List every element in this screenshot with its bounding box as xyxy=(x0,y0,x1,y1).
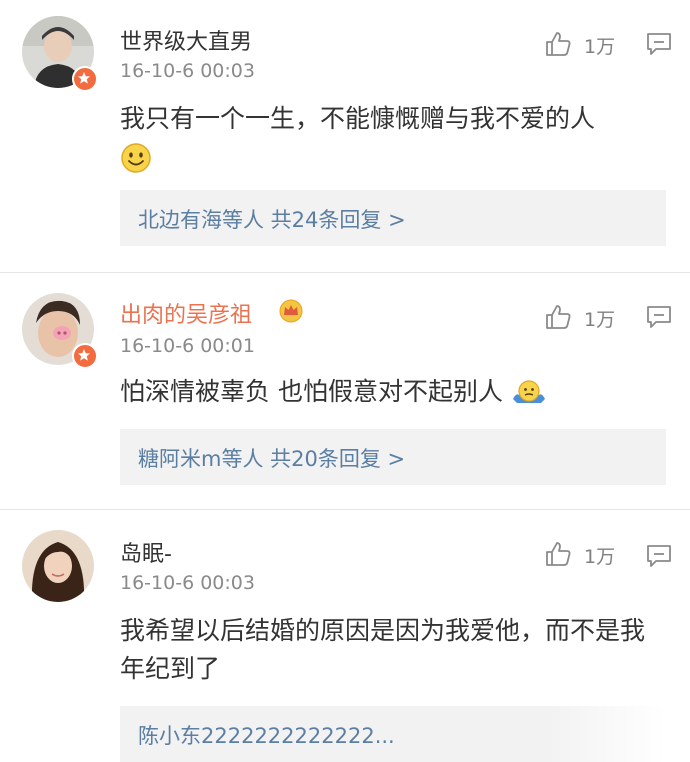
avatar[interactable] xyxy=(22,530,94,602)
comment-item: 世界级大直男 16-10-6 00:03 1万 我只有一个一生，不能慷慨赠与我不… xyxy=(0,0,690,272)
view-replies-button[interactable]: 陈小东2222222222222... xyxy=(120,706,666,762)
reply-comment-icon[interactable] xyxy=(646,305,672,329)
thumbs-up-icon[interactable] xyxy=(544,540,572,568)
shrug-emoji-icon xyxy=(512,380,545,403)
view-replies-button[interactable]: 北边有海等人 共24条回复 > xyxy=(120,190,666,246)
comment-text: 我只有一个一生，不能慷慨赠与我不爱的人 xyxy=(120,100,668,176)
comment-time: 16-10-6 00:03 xyxy=(120,572,255,594)
vip-crown-icon xyxy=(279,299,303,323)
verified-badge-icon xyxy=(72,343,98,369)
reply-comment-icon[interactable] xyxy=(646,544,672,568)
like-count: 1万 xyxy=(584,36,616,58)
like-count: 1万 xyxy=(584,546,616,568)
like-count: 1万 xyxy=(584,309,616,331)
comment-item: 出肉的吴彦祖 1万 16-10-6 00:01 怕深情被辜负 也怕假意对不起别人… xyxy=(0,273,690,509)
comment-item: 岛眠- 1万 16-10-6 00:03 我希望以后结婚的原因是因为我爱他，而不… xyxy=(0,510,690,762)
fade-overlay xyxy=(546,706,666,762)
verified-badge-icon xyxy=(72,66,98,92)
smile-emoji-icon xyxy=(121,143,151,173)
replies-summary: 北边有海等人 共24条回复 > xyxy=(138,208,406,232)
comment-text: 我希望以后结婚的原因是因为我爱他，而不是我年纪到了 xyxy=(120,616,646,683)
replies-summary: 陈小东2222222222222... xyxy=(138,724,395,748)
username[interactable]: 出肉的吴彦祖 xyxy=(120,297,252,329)
comment-time: 16-10-6 00:03 xyxy=(120,60,255,82)
reply-comment-icon[interactable] xyxy=(646,32,672,56)
comment-text: 怕深情被辜负 也怕假意对不起别人 xyxy=(120,373,668,411)
username[interactable]: 岛眠- xyxy=(120,536,172,568)
username[interactable]: 世界级大直男 xyxy=(120,24,252,56)
view-replies-button[interactable]: 糖阿米m等人 共20条回复 > xyxy=(120,429,666,485)
replies-summary: 糖阿米m等人 共20条回复 > xyxy=(138,447,406,471)
comment-time: 16-10-6 00:01 xyxy=(120,335,255,357)
thumbs-up-icon[interactable] xyxy=(544,303,572,331)
thumbs-up-icon[interactable] xyxy=(544,30,572,58)
